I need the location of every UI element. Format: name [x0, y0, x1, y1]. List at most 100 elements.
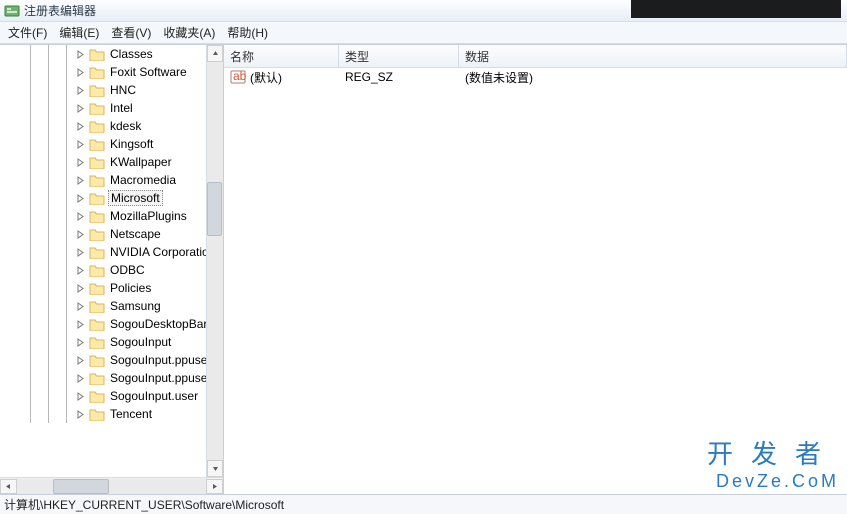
string-value-icon: [230, 69, 246, 85]
menu-edit[interactable]: 编辑(E): [53, 22, 105, 43]
tree-item-label: SogouInput.user: [108, 389, 200, 403]
expand-icon[interactable]: [76, 122, 85, 131]
expand-icon[interactable]: [76, 392, 85, 401]
tree-item[interactable]: SogouDesktopBar: [0, 315, 223, 333]
folder-icon: [89, 83, 105, 97]
tree-item[interactable]: ODBC: [0, 261, 223, 279]
folder-icon: [89, 245, 105, 259]
tree-item-label: KWallpaper: [108, 155, 174, 169]
menu-help[interactable]: 帮助(H): [221, 22, 274, 43]
folder-icon: [89, 353, 105, 367]
tree-item-label: Tencent: [108, 407, 154, 421]
scroll-thumb[interactable]: [53, 479, 109, 494]
value-row[interactable]: (默认)REG_SZ(数值未设置): [224, 68, 847, 86]
app-icon: [4, 3, 20, 19]
tree-item-label: Policies: [108, 281, 153, 295]
tree-item[interactable]: SogouInput.user: [0, 387, 223, 405]
tree-item[interactable]: SogouInput.ppuser: [0, 351, 223, 369]
expand-icon[interactable]: [76, 338, 85, 347]
client-area: Classes Foxit Software HNC Intel kdesk Kingso…: [0, 44, 847, 494]
folder-icon: [89, 65, 105, 79]
folder-icon: [89, 227, 105, 241]
tree-item[interactable]: SogouInput.ppuser: [0, 369, 223, 387]
expand-icon[interactable]: [76, 302, 85, 311]
value-type: REG_SZ: [345, 70, 393, 84]
tree-item-label: NVIDIA Corporation: [108, 245, 217, 259]
tree-item[interactable]: Intel: [0, 99, 223, 117]
tree-item[interactable]: Kingsoft: [0, 135, 223, 153]
tree-item-label: SogouInput.ppuser: [108, 353, 213, 367]
expand-icon[interactable]: [76, 176, 85, 185]
tree-item[interactable]: SogouInput: [0, 333, 223, 351]
menu-view[interactable]: 查看(V): [105, 22, 157, 43]
expand-icon[interactable]: [76, 104, 85, 113]
scroll-thumb[interactable]: [207, 182, 222, 236]
expand-icon[interactable]: [76, 212, 85, 221]
folder-icon: [89, 335, 105, 349]
tree-item-label: Macromedia: [108, 173, 178, 187]
value-list[interactable]: (默认)REG_SZ(数值未设置): [224, 68, 847, 494]
expand-icon[interactable]: [76, 410, 85, 419]
tree-item-label: SogouInput.ppuser: [108, 371, 213, 385]
tree-item[interactable]: kdesk: [0, 117, 223, 135]
tree-vertical-scrollbar[interactable]: [206, 45, 223, 477]
tree-item-label: Kingsoft: [108, 137, 155, 151]
expand-icon[interactable]: [76, 158, 85, 167]
folder-icon: [89, 137, 105, 151]
column-name[interactable]: 名称: [224, 45, 339, 67]
scroll-down-button[interactable]: [207, 460, 223, 477]
folder-icon: [89, 47, 105, 61]
tree-item[interactable]: Classes: [0, 45, 223, 63]
tree-horizontal-scrollbar[interactable]: [0, 477, 223, 494]
expand-icon[interactable]: [76, 50, 85, 59]
menu-file[interactable]: 文件(F): [2, 22, 53, 43]
expand-icon[interactable]: [76, 284, 85, 293]
expand-icon[interactable]: [76, 86, 85, 95]
expand-icon[interactable]: [76, 356, 85, 365]
folder-icon: [89, 389, 105, 403]
folder-icon: [89, 263, 105, 277]
menu-favorites[interactable]: 收藏夹(A): [157, 22, 221, 43]
folder-icon: [89, 155, 105, 169]
expand-icon[interactable]: [76, 248, 85, 257]
tree-item[interactable]: Microsoft: [0, 189, 223, 207]
scroll-right-button[interactable]: [206, 479, 223, 494]
tree-item[interactable]: MozillaPlugins: [0, 207, 223, 225]
expand-icon[interactable]: [76, 194, 85, 203]
list-pane: 名称 类型 数据 (默认)REG_SZ(数值未设置): [224, 45, 847, 494]
expand-icon[interactable]: [76, 68, 85, 77]
tree-item[interactable]: Foxit Software: [0, 63, 223, 81]
scroll-left-button[interactable]: [0, 479, 17, 494]
tree-item[interactable]: Policies: [0, 279, 223, 297]
tree-item[interactable]: NVIDIA Corporation: [0, 243, 223, 261]
folder-icon: [89, 299, 105, 313]
tree-item[interactable]: Tencent: [0, 405, 223, 423]
folder-icon: [89, 407, 105, 421]
tree-item[interactable]: Netscape: [0, 225, 223, 243]
folder-icon: [89, 371, 105, 385]
expand-icon[interactable]: [76, 374, 85, 383]
scroll-track[interactable]: [17, 479, 206, 494]
tree-item-label: Samsung: [108, 299, 163, 313]
status-path: 计算机\HKEY_CURRENT_USER\Software\Microsoft: [4, 496, 284, 513]
expand-icon[interactable]: [76, 230, 85, 239]
tree-item-label: HNC: [108, 83, 138, 97]
scroll-up-button[interactable]: [207, 45, 223, 62]
expand-icon[interactable]: [76, 266, 85, 275]
tree-item-label: Intel: [108, 101, 135, 115]
expand-icon[interactable]: [76, 320, 85, 329]
folder-icon: [89, 209, 105, 223]
tree-item-label: ODBC: [108, 263, 147, 277]
tree-scroll-viewport[interactable]: Classes Foxit Software HNC Intel kdesk Kingso…: [0, 45, 223, 477]
folder-icon: [89, 317, 105, 331]
expand-icon[interactable]: [76, 140, 85, 149]
tree-item[interactable]: Samsung: [0, 297, 223, 315]
tree-item[interactable]: KWallpaper: [0, 153, 223, 171]
scroll-track[interactable]: [207, 62, 223, 460]
tree-item-label: Foxit Software: [108, 65, 189, 79]
tree-item[interactable]: HNC: [0, 81, 223, 99]
tree-item[interactable]: Macromedia: [0, 171, 223, 189]
column-data[interactable]: 数据: [459, 45, 847, 67]
tree-item-label: kdesk: [108, 119, 143, 133]
column-type[interactable]: 类型: [339, 45, 459, 67]
